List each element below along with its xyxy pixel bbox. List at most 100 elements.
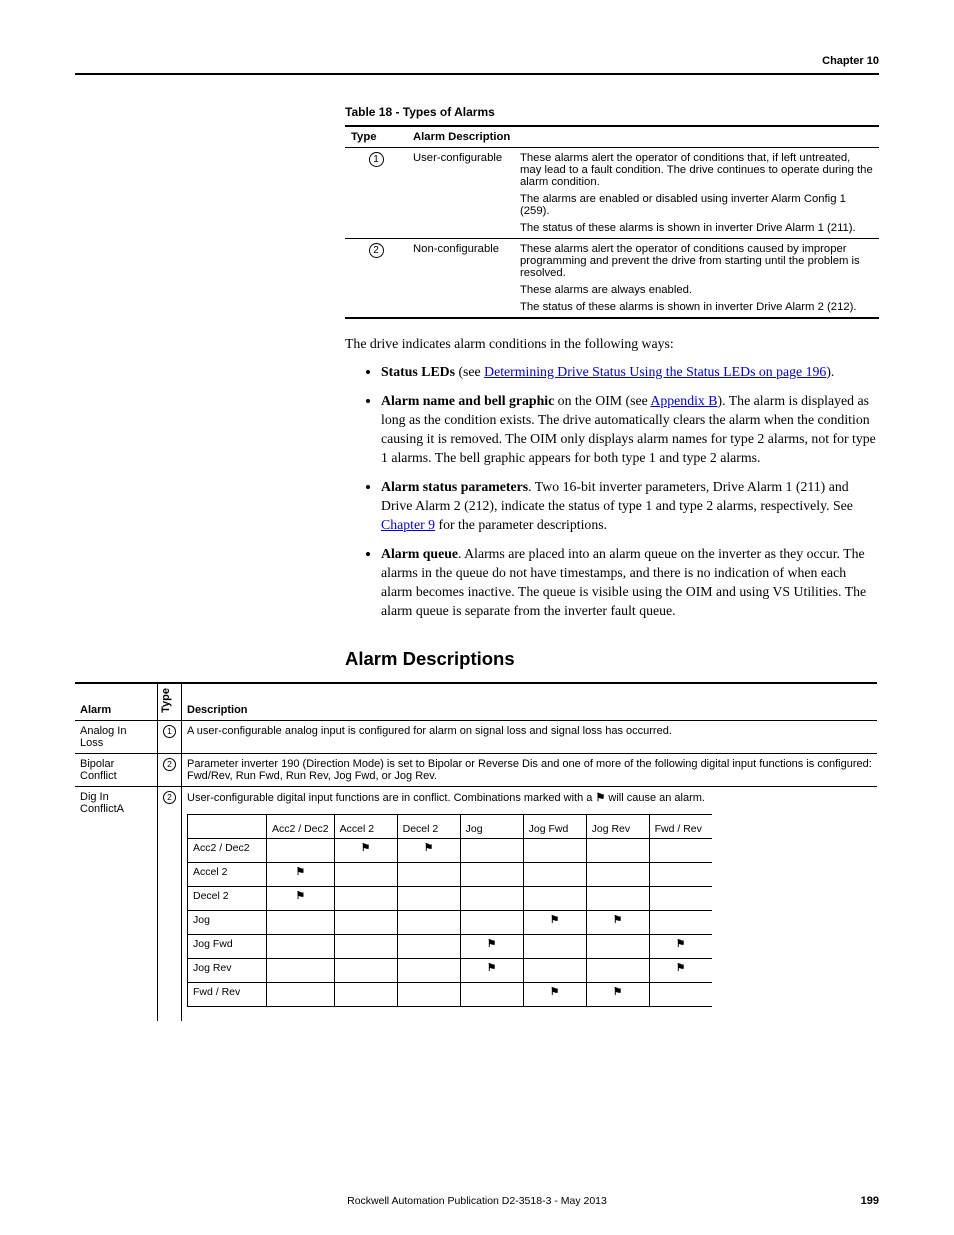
conflict-mark-icon: ⚑ xyxy=(424,842,433,854)
list-item-status-leds: Status LEDs (see Determining Drive Statu… xyxy=(381,362,879,381)
link-chapter-9[interactable]: Chapter 9 xyxy=(381,517,435,532)
matrix-cell xyxy=(267,982,335,1006)
matrix-cell xyxy=(523,862,586,886)
matrix-cell xyxy=(334,958,397,982)
table-row: 2 Non-configurable These alarms alert th… xyxy=(345,239,879,319)
alarm-type-desc: These alarms alert the operator of condi… xyxy=(514,148,879,239)
matrix-cell: ⚑ xyxy=(649,958,712,982)
matrix-cell xyxy=(460,982,523,1006)
matrix-row-label: Decel 2 xyxy=(188,886,267,910)
alarm-descriptions-heading: Alarm Descriptions xyxy=(345,648,879,670)
b1-strong: Status LEDs xyxy=(381,364,455,379)
matrix-cell: ⚑ xyxy=(267,886,335,910)
matrix-row-label: Jog Fwd xyxy=(188,934,267,958)
th-description: Description xyxy=(182,683,878,720)
matrix-cell: ⚑ xyxy=(649,934,712,958)
conflict-mark-icon: ⚑ xyxy=(550,986,559,998)
matrix-cell xyxy=(267,958,335,982)
matrix-row: Acc2 / Dec2 ⚑ ⚑ xyxy=(188,838,712,862)
circled-2-icon: 2 xyxy=(163,791,176,804)
conflict-mark-icon: ⚑ xyxy=(613,914,622,926)
desc-p2: These alarms are always enabled. xyxy=(520,284,873,296)
matrix-cell xyxy=(334,910,397,934)
desc-p2: The alarms are enabled or disabled using… xyxy=(520,193,873,217)
desc-p1: These alarms alert the operator of condi… xyxy=(520,243,873,279)
conflict-mark-icon: ⚑ xyxy=(676,938,685,950)
desc-p1: These alarms alert the operator of condi… xyxy=(520,152,873,188)
chapter-header: Chapter 10 xyxy=(75,55,879,75)
table-types-of-alarms: Type Alarm Description 1 User-configurab… xyxy=(345,125,879,319)
desc-p3: The status of these alarms is shown in i… xyxy=(520,301,873,313)
conflict-mark-icon: ⚑ xyxy=(487,962,496,974)
b1-mid: (see xyxy=(455,364,484,379)
matrix-cell: ⚑ xyxy=(267,862,335,886)
matrix-cell xyxy=(649,910,712,934)
matrix-cell xyxy=(649,838,712,862)
conflict-mark-icon: ⚑ xyxy=(676,962,685,974)
matrix-cell: ⚑ xyxy=(523,910,586,934)
matrix-cell xyxy=(523,958,586,982)
alarm-type-name: Non-configurable xyxy=(407,239,514,319)
th-alarm: Alarm xyxy=(75,683,158,720)
matrix-col-header: Jog Rev xyxy=(586,814,649,838)
footer-publication: Rockwell Automation Publication D2-3518-… xyxy=(0,1195,954,1207)
matrix-cell xyxy=(586,934,649,958)
b4-strong: Alarm queue xyxy=(381,546,458,561)
list-item-alarm-name: Alarm name and bell graphic on the OIM (… xyxy=(381,391,879,467)
matrix-col-header: Fwd / Rev xyxy=(649,814,712,838)
matrix-col-header: Decel 2 xyxy=(397,814,460,838)
matrix-corner xyxy=(188,814,267,838)
matrix-cell xyxy=(523,934,586,958)
matrix-cell xyxy=(267,838,335,862)
alarm-desc-cell: User-configurable digital input function… xyxy=(182,786,878,1021)
body-list: Status LEDs (see Determining Drive Statu… xyxy=(345,362,879,620)
b3-strong: Alarm status parameters xyxy=(381,479,528,494)
conflict-matrix: Acc2 / Dec2Accel 2Decel 2JogJog FwdJog R… xyxy=(187,814,712,1007)
matrix-cell xyxy=(397,958,460,982)
matrix-cell xyxy=(460,886,523,910)
circled-1-icon: 1 xyxy=(163,725,176,738)
th-alarm-desc: Alarm Description xyxy=(407,126,879,148)
link-status-leds[interactable]: Determining Drive Status Using the Statu… xyxy=(484,364,826,379)
alarm-type-desc: These alarms alert the operator of condi… xyxy=(514,239,879,319)
conflict-mark-icon: ⚑ xyxy=(487,938,496,950)
matrix-cell xyxy=(334,862,397,886)
matrix-cell: ⚑ xyxy=(460,958,523,982)
alarm-name: Dig In ConflictA xyxy=(75,786,158,1021)
matrix-row-label: Accel 2 xyxy=(188,862,267,886)
th-type-vertical: Type xyxy=(160,688,172,713)
link-appendix-b[interactable]: Appendix B xyxy=(650,393,717,408)
matrix-row: Fwd / Rev⚑⚑ xyxy=(188,982,712,1006)
circled-2-icon: 2 xyxy=(163,758,176,771)
intro-text: The drive indicates alarm conditions in … xyxy=(345,335,879,354)
matrix-row-label: Jog Rev xyxy=(188,958,267,982)
alarm-desc: Parameter inverter 190 (Direction Mode) … xyxy=(182,753,878,786)
matrix-col-header: Jog xyxy=(460,814,523,838)
table-row: Dig In ConflictA 2 User-configurable dig… xyxy=(75,786,877,1021)
matrix-cell xyxy=(586,958,649,982)
circled-2-icon: 2 xyxy=(369,243,384,258)
matrix-col-header: Accel 2 xyxy=(334,814,397,838)
matrix-cell xyxy=(397,934,460,958)
desc-p3: The status of these alarms is shown in i… xyxy=(520,222,873,234)
matrix-col-header: Jog Fwd xyxy=(523,814,586,838)
matrix-row-label: Jog xyxy=(188,910,267,934)
table18-caption: Table 18 - Types of Alarms xyxy=(345,105,879,119)
table-row: Bipolar Conflict 2 Parameter inverter 19… xyxy=(75,753,877,786)
matrix-cell: ⚑ xyxy=(586,982,649,1006)
conflict-mark-icon: ⚑ xyxy=(361,842,370,854)
table-row: 1 User-configurable These alarms alert t… xyxy=(345,148,879,239)
matrix-cell xyxy=(523,886,586,910)
matrix-row-label: Acc2 / Dec2 xyxy=(188,838,267,862)
matrix-cell: ⚑ xyxy=(523,982,586,1006)
th-type: Type xyxy=(345,126,407,148)
conflict-mark-icon: ⚑ xyxy=(296,890,305,902)
conflict-mark-icon: ⚑ xyxy=(595,791,605,804)
conflict-mark-icon: ⚑ xyxy=(296,866,305,878)
matrix-row: Jog Rev ⚑ ⚑ xyxy=(188,958,712,982)
b1-end: ). xyxy=(826,364,834,379)
list-item-alarm-queue: Alarm queue. Alarms are placed into an a… xyxy=(381,544,879,620)
matrix-row: Accel 2 ⚑ xyxy=(188,862,712,886)
matrix-row: Jog Fwd ⚑ ⚑ xyxy=(188,934,712,958)
matrix-cell xyxy=(460,838,523,862)
